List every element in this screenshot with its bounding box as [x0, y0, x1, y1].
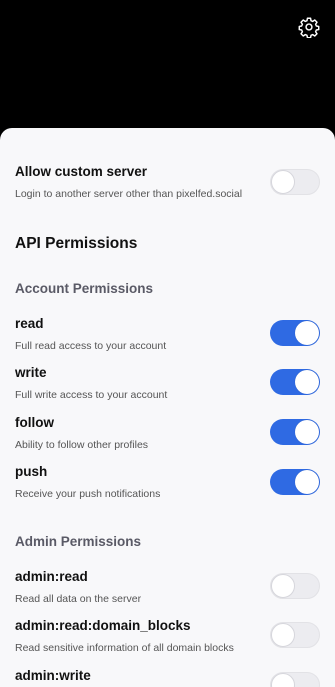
api-permissions-heading: API Permissions	[15, 235, 138, 252]
account-permissions-heading: Account Permissions	[15, 281, 154, 296]
permission-toggle-admin-write[interactable]	[270, 672, 320, 687]
permissions-sheet: Allow custom server Login to another ser…	[0, 128, 335, 687]
permission-row-admin-read-domain-blocks[interactable]: admin:read:domain_blocks Read sensitive …	[15, 618, 320, 655]
toggle-knob	[295, 370, 319, 394]
gear-icon[interactable]	[297, 15, 321, 39]
permission-toggle-push[interactable]	[270, 469, 320, 495]
permission-row-admin-write[interactable]: admin:write	[15, 668, 320, 687]
toggle-knob	[295, 420, 319, 444]
permission-row-write[interactable]: write Full write access to your account	[15, 365, 320, 402]
toggle-knob	[271, 574, 295, 598]
custom-server-row[interactable]: Allow custom server Login to another ser…	[15, 164, 320, 201]
toggle-knob	[271, 623, 295, 647]
permission-row-admin-read[interactable]: admin:read Read all data on the server	[15, 569, 320, 606]
permission-row-follow[interactable]: follow Ability to follow other profiles	[15, 415, 320, 452]
admin-permissions-heading: Admin Permissions	[15, 534, 142, 549]
toggle-knob	[295, 321, 319, 345]
permission-toggle-admin-read-domain-blocks[interactable]	[270, 622, 320, 648]
permission-toggle-write[interactable]	[270, 369, 320, 395]
permission-toggle-admin-read[interactable]	[270, 573, 320, 599]
permission-toggle-read[interactable]	[270, 320, 320, 346]
permission-row-push[interactable]: push Receive your push notifications	[15, 464, 320, 501]
permission-toggle-follow[interactable]	[270, 419, 320, 445]
top-bar	[0, 0, 335, 130]
custom-server-toggle[interactable]	[270, 169, 320, 195]
permission-row-read[interactable]: read Full read access to your account	[15, 316, 320, 353]
toggle-knob	[295, 470, 319, 494]
toggle-knob	[271, 673, 295, 687]
toggle-knob	[271, 170, 295, 194]
